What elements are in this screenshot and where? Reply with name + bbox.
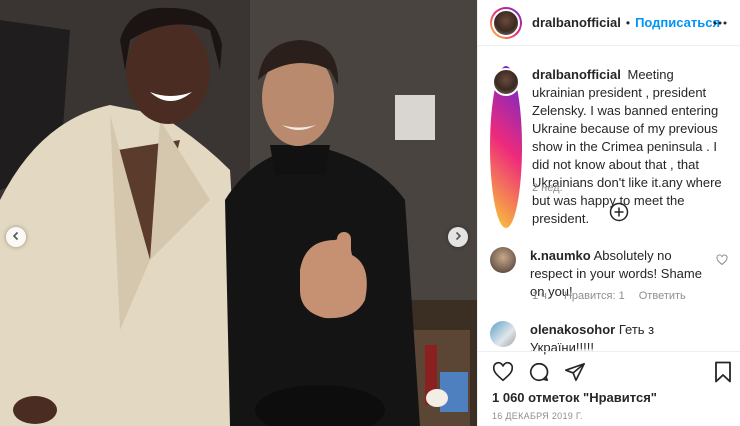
photo-illustration: [0, 0, 477, 426]
send-icon[interactable]: [564, 361, 586, 388]
comment-avatar[interactable]: [490, 247, 516, 273]
previous-photo-button[interactable]: [6, 227, 26, 247]
load-more-comments-button[interactable]: [609, 202, 629, 227]
comment-username[interactable]: olenakosohor: [530, 322, 615, 337]
comment-meta: 1 ч. Нравится: 1 Ответить: [532, 290, 686, 302]
post-actions-bar: [478, 351, 740, 391]
author-avatar[interactable]: [490, 6, 522, 39]
comment-time[interactable]: 1 ч.: [532, 290, 550, 302]
post-photo[interactable]: [0, 0, 477, 426]
chevron-right-icon: [453, 228, 463, 246]
comment-likes-count[interactable]: Нравится: 1: [564, 290, 625, 302]
chevron-left-icon: [11, 228, 21, 246]
plus-circle-icon: [609, 202, 629, 226]
follow-button[interactable]: Подписаться: [635, 15, 720, 30]
post-side-panel: dralbanofficial • Подписаться dralbanoff…: [477, 0, 740, 426]
caption-author-avatar[interactable]: [490, 66, 522, 228]
comment-username[interactable]: k.naumko: [530, 248, 591, 263]
more-options-icon[interactable]: [712, 15, 728, 36]
post-header: dralbanofficial • Подписаться: [478, 0, 740, 46]
heart-icon[interactable]: [492, 361, 514, 388]
likes-count[interactable]: 1 060 отметок "Нравится": [492, 390, 657, 405]
comment-icon[interactable]: [528, 361, 550, 388]
post-date[interactable]: 16 ДЕКАБРЯ 2019 Г.: [492, 411, 583, 421]
caption-text: dralbanofficial Meeting ukrainian presid…: [532, 66, 730, 228]
bookmark-icon[interactable]: [714, 361, 732, 388]
comment-like-heart-icon[interactable]: [716, 253, 728, 271]
comment-reply-button[interactable]: Ответить: [639, 290, 686, 302]
comment-avatar[interactable]: [490, 321, 516, 347]
author-username[interactable]: dralbanofficial: [532, 15, 621, 30]
caption-username[interactable]: dralbanofficial: [532, 67, 621, 82]
next-photo-button[interactable]: [448, 227, 468, 247]
separator-dot: •: [625, 15, 631, 30]
caption-timestamp[interactable]: 2 нед.: [532, 182, 563, 194]
